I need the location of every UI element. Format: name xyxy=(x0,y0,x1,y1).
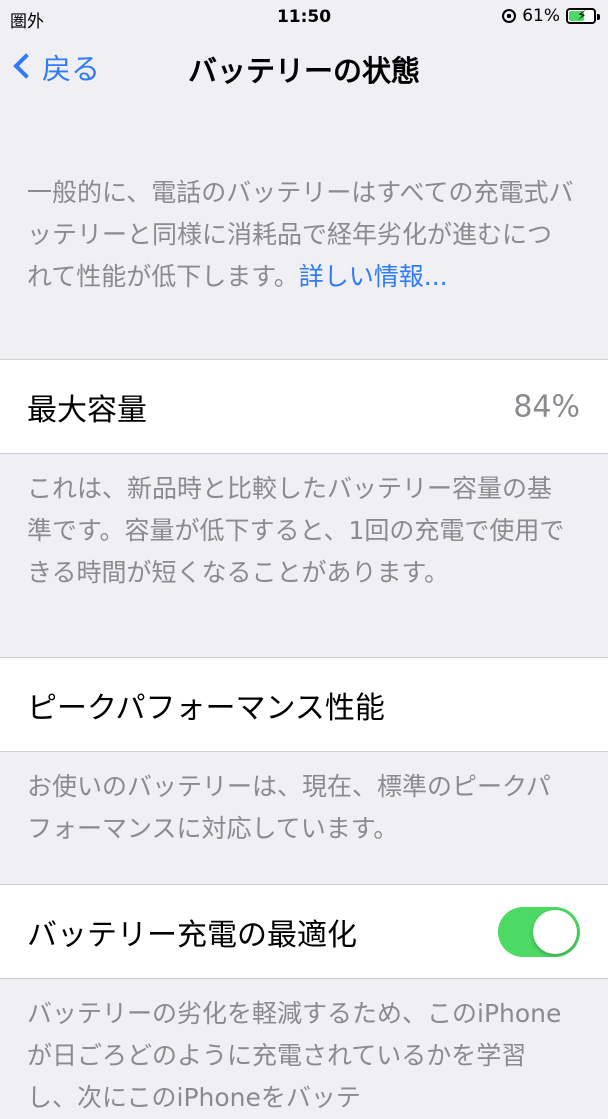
battery-cap xyxy=(597,14,600,20)
battery-percent: 61% xyxy=(522,6,560,26)
max-capacity-value: 84% xyxy=(513,389,580,424)
status-bar: 圏外 11:50 61% ⚡ xyxy=(0,0,608,36)
peak-performance-footer: お使いのバッテリーは、現在、標準のピークパフォーマンスに対応しています。 xyxy=(27,772,551,843)
optimized-charging-toggle[interactable] xyxy=(498,906,580,957)
optimized-charging-footer: バッテリーの劣化を軽減するため、このiPhoneが日ごろどのように充電されている… xyxy=(27,999,562,1112)
charging-bolt-icon: ⚡ xyxy=(577,8,587,24)
peak-performance-row: ピークパフォーマンス性能 xyxy=(0,657,608,752)
rotation-lock-icon xyxy=(502,9,517,23)
max-capacity-row: 最大容量 84% xyxy=(0,359,608,454)
max-capacity-footer: これは、新品時と比較したバッテリー容量の基準です。容量が低下すると、1回の充電で… xyxy=(27,474,565,587)
learn-more-link[interactable]: 詳しい情報... xyxy=(299,262,448,291)
status-indicators: 61% ⚡ xyxy=(502,6,600,26)
optimized-charging-row: バッテリー充電の最適化 xyxy=(0,884,608,979)
navigation-bar: 戻る バッテリーの状態 xyxy=(0,36,608,98)
intro-description: 一般的に、電話のバッテリーはすべての充電式バッテリーと同様に消耗品で経年劣化が進… xyxy=(27,172,574,298)
max-capacity-label: 最大容量 xyxy=(27,392,147,428)
optimized-charging-label: バッテリー充電の最適化 xyxy=(27,917,357,953)
battery-icon: ⚡ xyxy=(566,8,600,24)
toggle-knob xyxy=(533,909,577,954)
peak-performance-label: ピークパフォーマンス性能 xyxy=(27,690,385,726)
page-title: バッテリーの状態 xyxy=(187,54,420,88)
